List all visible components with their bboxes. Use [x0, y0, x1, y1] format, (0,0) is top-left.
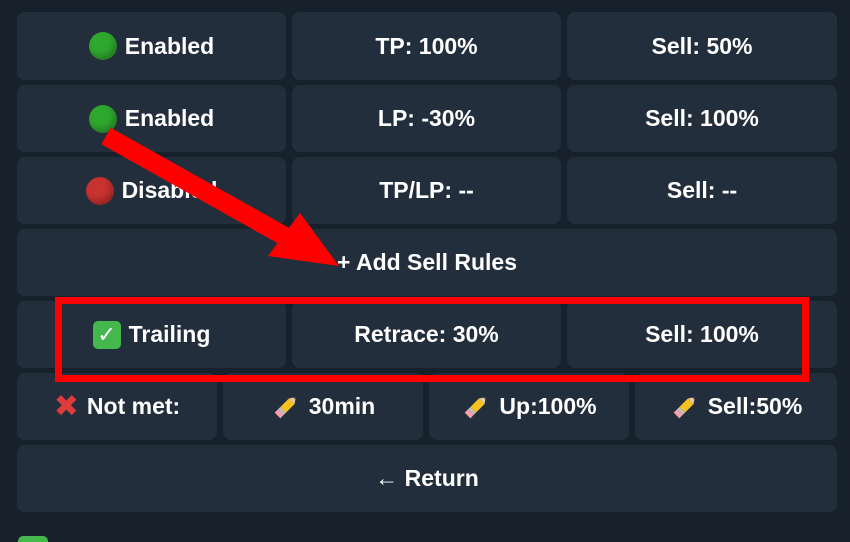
status-label: Enabled [124, 32, 215, 59]
cross-mark-icon: ✖ [53, 389, 79, 423]
green-circle-icon [88, 32, 117, 60]
sell-percent-button[interactable]: Sell: 50% [567, 12, 837, 80]
sell-percent-label: Sell: 100% [645, 321, 759, 347]
not-met-label: Not met: [86, 393, 181, 419]
take-profit-label: TP: 100% [375, 32, 478, 59]
return-label: ← Return [375, 465, 479, 491]
status-label: Enabled [124, 105, 215, 131]
sell-percent-label: Sell: 100% [645, 105, 759, 131]
check-mark-icon: ✓ [92, 320, 121, 349]
retrace-label: Retrace: 30% [354, 321, 499, 347]
pencil-icon [461, 392, 491, 422]
status-disabled-button[interactable]: Disabled [17, 157, 286, 224]
edit-duration-button[interactable]: 30min [223, 373, 423, 440]
green-circle-icon [88, 104, 117, 133]
check-mark-icon [18, 536, 48, 542]
status-enabled-button[interactable]: Enabled [17, 85, 286, 152]
add-sell-rules-label: + Add Sell Rules [336, 249, 517, 275]
add-sell-rules-button[interactable]: + Add Sell Rules [17, 229, 837, 296]
up-label: Up:100% [499, 393, 597, 419]
pencil-icon [670, 392, 700, 422]
tp-lp-label: TP/LP: -- [379, 177, 474, 203]
trailing-button[interactable]: ✓ Trailing [17, 301, 286, 368]
return-button[interactable]: ← Return [17, 445, 837, 512]
bot-keyboard: Enabled TP: 100% Sell: 50% Enabled LP: -… [0, 0, 850, 542]
loss-protection-label: LP: -30% [377, 105, 476, 131]
sell-label: Sell:50% [707, 393, 803, 419]
sell-percent-label: Sell: -- [666, 177, 738, 203]
pencil-icon [271, 392, 301, 422]
trailing-label: Trailing [128, 321, 211, 347]
red-circle-icon [85, 176, 114, 205]
edit-sell-button[interactable]: Sell:50% [635, 373, 837, 440]
sell-percent-label: Sell: 50% [651, 32, 753, 59]
take-profit-button[interactable]: TP: 100% [292, 12, 561, 80]
sell-percent-button[interactable]: Sell: 100% [567, 301, 837, 368]
duration-label: 30min [308, 393, 376, 419]
status-enabled-button[interactable]: Enabled [17, 12, 286, 80]
status-label: Disabled [121, 177, 218, 203]
sell-percent-button[interactable]: Sell: -- [567, 157, 837, 224]
loss-protection-button[interactable]: LP: -30% [292, 85, 561, 152]
retrace-button[interactable]: Retrace: 30% [292, 301, 561, 368]
sell-percent-button[interactable]: Sell: 100% [567, 85, 837, 152]
edit-up-button[interactable]: Up:100% [429, 373, 629, 440]
not-met-button[interactable]: ✖ Not met: [17, 373, 217, 440]
tp-lp-button[interactable]: TP/LP: -- [292, 157, 561, 224]
